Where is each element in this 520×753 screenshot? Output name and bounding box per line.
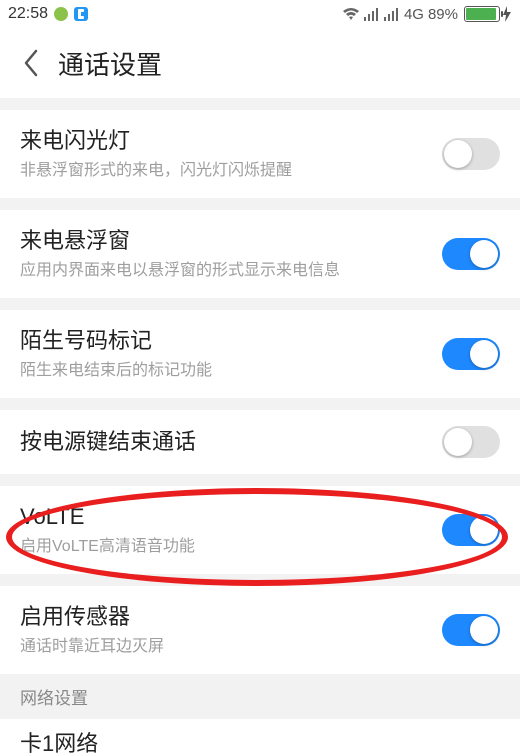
- toggle-stranger-mark[interactable]: [442, 338, 500, 370]
- section-gap: [0, 474, 520, 486]
- setting-text: 按电源键结束通话: [20, 427, 442, 457]
- section-gap: [0, 574, 520, 586]
- section-gap: [0, 398, 520, 410]
- setting-text: 来电闪光灯 非悬浮窗形式的来电，闪光灯闪烁提醒: [20, 126, 442, 182]
- setting-stranger-mark[interactable]: 陌生号码标记 陌生来电结束后的标记功能: [0, 310, 520, 398]
- setting-text: VoLTE 启用VoLTE高清语音功能: [20, 502, 442, 558]
- signal-2-icon: [384, 7, 400, 21]
- setting-text: 启用传感器 通话时靠近耳边灭屏: [20, 602, 442, 658]
- back-button[interactable]: [16, 48, 46, 78]
- setting-label: 按电源键结束通话: [20, 427, 442, 457]
- setting-text: 来电悬浮窗 应用内界面来电以悬浮窗的形式显示来电信息: [20, 226, 442, 282]
- setting-volte[interactable]: VoLTE 启用VoLTE高清语音功能: [0, 486, 520, 574]
- setting-power-end-call[interactable]: 按电源键结束通话: [0, 410, 520, 474]
- toggle-sensor[interactable]: [442, 614, 500, 646]
- setting-text: 陌生号码标记 陌生来电结束后的标记功能: [20, 326, 442, 382]
- setting-desc: 非悬浮窗形式的来电，闪光灯闪烁提醒: [20, 160, 442, 182]
- status-right: 4G 89%: [342, 6, 512, 23]
- battery-icon: [464, 6, 500, 22]
- app-indicator-2-icon: [74, 7, 88, 21]
- setting-label: 启用传感器: [20, 602, 442, 632]
- setting-float-window[interactable]: 来电悬浮窗 应用内界面来电以悬浮窗的形式显示来电信息: [0, 210, 520, 298]
- section-gap: [0, 198, 520, 210]
- toggle-incoming-flash[interactable]: [442, 138, 500, 170]
- status-time: 22:58: [8, 5, 48, 23]
- setting-desc: 启用VoLTE高清语音功能: [20, 536, 442, 558]
- section-header-network: 网络设置: [0, 674, 520, 719]
- setting-sensor[interactable]: 启用传感器 通话时靠近耳边灭屏: [0, 586, 520, 674]
- setting-label: 来电悬浮窗: [20, 226, 442, 256]
- toggle-power-end-call[interactable]: [442, 426, 500, 458]
- header: 通话设置: [0, 28, 520, 98]
- toggle-volte[interactable]: [442, 514, 500, 546]
- setting-label: 卡1网络: [20, 729, 500, 753]
- setting-label: VoLTE: [20, 502, 442, 532]
- screen: 22:58 4G 89% 通话设置: [0, 0, 520, 753]
- app-indicator-1-icon: [54, 7, 68, 21]
- setting-card1-network[interactable]: 卡1网络: [0, 719, 520, 753]
- setting-desc: 陌生来电结束后的标记功能: [20, 360, 442, 382]
- battery-pct: 89%: [428, 6, 458, 23]
- setting-text: 卡1网络: [20, 729, 500, 753]
- setting-desc: 通话时靠近耳边灭屏: [20, 636, 442, 658]
- page-title: 通话设置: [58, 45, 162, 82]
- setting-incoming-flash[interactable]: 来电闪光灯 非悬浮窗形式的来电，闪光灯闪烁提醒: [0, 110, 520, 198]
- network-label: 4G: [404, 6, 424, 23]
- charging-icon: [502, 6, 512, 22]
- status-left: 22:58: [8, 5, 88, 23]
- setting-label: 陌生号码标记: [20, 326, 442, 356]
- section-gap: [0, 98, 520, 110]
- signal-1-icon: [364, 7, 380, 21]
- setting-desc: 应用内界面来电以悬浮窗的形式显示来电信息: [20, 260, 442, 282]
- back-icon: [22, 49, 40, 77]
- section-gap: [0, 298, 520, 310]
- status-bar: 22:58 4G 89%: [0, 0, 520, 28]
- setting-label: 来电闪光灯: [20, 126, 442, 156]
- wifi-icon: [342, 7, 360, 21]
- toggle-float-window[interactable]: [442, 238, 500, 270]
